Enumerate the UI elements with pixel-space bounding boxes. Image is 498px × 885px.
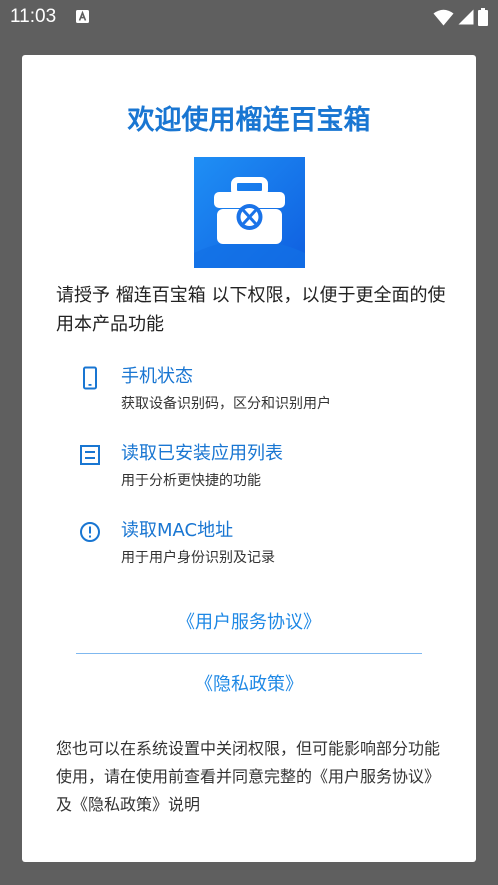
dialog-title: 欢迎使用榴连百宝箱 [127, 105, 371, 136]
status-icons [433, 6, 488, 28]
list-icon [80, 445, 100, 465]
permission-desc: 用于分析更快捷的功能 [121, 473, 261, 489]
phone-icon [83, 366, 97, 390]
cell-signal-icon [458, 9, 474, 25]
permission-desc: 用于用户身份识别及记录 [121, 550, 275, 566]
intro-text: 请授予 榴连百宝箱 以下权限，以便于更全面的使用本产品功能 [56, 285, 446, 335]
user-agreement-link[interactable]: 《用户服务协议》 [22, 609, 476, 637]
permission-title: 读取已安装应用列表 [121, 443, 283, 464]
battery-icon [478, 8, 488, 26]
permission-title: 读取MAC地址 [121, 520, 234, 541]
divider [76, 653, 422, 654]
footer-note: 您也可以在系统设置中关闭权限，但可能影响部分功能使用，请在使用前查看并同意完整的… [56, 739, 441, 814]
toolbox-icon [194, 157, 305, 268]
status-time: 11:03 [10, 6, 57, 27]
wifi-icon [433, 9, 454, 25]
permission-desc: 获取设备识别码，区分和识别用户 [121, 396, 331, 412]
privacy-policy-link[interactable]: 《隐私政策》 [22, 671, 476, 699]
permission-title: 手机状态 [121, 366, 193, 387]
info-icon [80, 522, 100, 542]
notification-a-icon [76, 10, 89, 23]
permission-dialog: 欢迎使用榴连百宝箱 请授予 榴连百宝箱 以下权限，以便于更全面的使用本产品功能 … [22, 55, 476, 862]
status-bar: 11:03 [0, 0, 498, 34]
